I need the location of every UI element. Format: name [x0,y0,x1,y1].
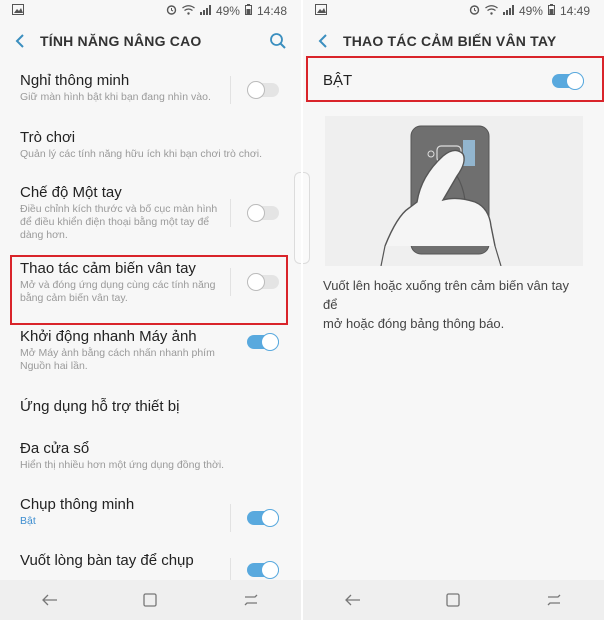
list-item-multi-window[interactable]: Đa cửa sổ Hiển thị nhiều hơn một ứng dụn… [0,424,301,482]
status-bar: 49% 14:48 [0,0,301,22]
item-subtitle: Hiển thị nhiều hơn một ứng dụng đồng thờ… [20,459,225,471]
item-title: Ứng dụng hỗ trợ thiết bị [20,398,180,415]
item-status: Bật [20,515,36,527]
signal-icon [502,4,514,18]
item-subtitle: Quản lý các tính năng hữu ích khi bạn ch… [20,148,263,160]
battery-icon [547,4,555,18]
battery-percent: 49% [518,4,543,18]
item-subtitle: Giữ màn hình bật khi bạn đang nhìn vào. [20,91,211,103]
divider [230,199,231,227]
item-title: Vuốt lòng bàn tay để chụp [20,552,194,569]
search-icon [270,33,286,49]
list-item-one-handed[interactable]: Chế độ Một tay Điều chỉnh kích thước và … [0,176,301,252]
recents-nav-button[interactable] [544,590,564,610]
quick-launch-camera-toggle[interactable] [247,333,279,351]
back-arrow-icon [42,594,58,606]
home-square-icon [143,593,158,607]
list-item-smart-capture[interactable]: Chụp thông minh Bật [0,482,301,538]
item-subtitle-line: Nguồn hai lần. [20,360,88,372]
back-button[interactable] [303,22,343,60]
gallery-notification-icon [315,4,327,18]
app-bar: TÍNH NĂNG NÂNG CAO [0,22,301,60]
edge-panel-handle[interactable] [303,172,310,264]
back-arrow-icon [345,594,361,606]
one-handed-toggle[interactable] [247,204,279,222]
screenshot-pair: 49% 14:48 TÍNH NĂNG NÂNG CAO Nghỉ thông … [0,0,604,620]
status-bar: 49% 14:49 [303,0,604,22]
list-item-games[interactable]: Trò chơi Quản lý các tính năng hữu ích k… [0,120,301,176]
item-subtitle-line: Điều chỉnh kích thước và bố cục màn hình [20,203,218,215]
page-title: THAO TÁC CẢM BIẾN VÂN TAY [343,33,557,49]
highlight-box [306,56,604,102]
description-line: mở hoặc đóng bảng thông báo. [323,316,505,331]
item-subtitle-line: Mở Máy ảnh bằng cách nhấn nhanh phím [20,347,215,359]
recents-icon [547,594,561,606]
recents-icon [244,594,258,606]
highlight-box [10,255,288,325]
battery-icon [244,4,252,18]
item-title: Nghỉ thông minh [20,72,130,89]
navigation-bar [0,580,301,620]
description-line: Vuốt lên hoặc xuống trên cảm biến vân ta… [323,278,569,312]
home-square-icon [446,593,461,607]
gesture-illustration [325,116,583,267]
page-title: TÍNH NĂNG NÂNG CAO [40,33,202,49]
alarm-icon [166,4,177,18]
item-title: Khởi động nhanh Máy ảnh [20,328,197,345]
palm-swipe-toggle[interactable] [247,561,279,579]
item-subtitle-line: để điều khiển điện thoại bằng một tay để [20,216,210,228]
battery-percent: 49% [215,4,240,18]
advanced-features-screen: 49% 14:48 TÍNH NĂNG NÂNG CAO Nghỉ thông … [0,0,303,620]
navigation-bar [303,580,604,620]
item-title: Đa cửa sổ [20,440,90,457]
clock: 14:49 [559,4,590,18]
home-nav-button[interactable] [443,590,463,610]
clock: 14:48 [256,4,287,18]
edge-panel-handle[interactable] [294,172,301,264]
hand-swipe-phone-illustration [380,125,502,267]
finger-sensor-gestures-screen: 49% 14:49 THAO TÁC CẢM BIẾN VÂN TAY BẬT [303,0,604,620]
wifi-icon [485,4,498,18]
app-bar: THAO TÁC CẢM BIẾN VÂN TAY [303,22,604,60]
item-title: Trò chơi [20,129,76,146]
chevron-left-icon [318,34,327,48]
feature-description: Vuốt lên hoặc xuống trên cảm biến vân ta… [323,276,585,333]
back-nav-button[interactable] [40,590,60,610]
divider [230,504,231,532]
back-nav-button[interactable] [343,590,363,610]
list-item-device-assistance-app[interactable]: Ứng dụng hỗ trợ thiết bị [0,382,301,424]
home-nav-button[interactable] [140,590,160,610]
wifi-icon [182,4,195,18]
search-button[interactable] [267,30,289,52]
alarm-icon [469,4,480,18]
recents-nav-button[interactable] [241,590,261,610]
list-item-quick-launch-camera[interactable]: Khởi động nhanh Máy ảnh Mở Máy ảnh bằng … [0,318,301,382]
divider [230,76,231,104]
list-item-palm-swipe-capture[interactable]: Vuốt lòng bàn tay để chụp [0,538,301,586]
gallery-notification-icon [12,4,24,18]
list-item-smart-stay[interactable]: Nghỉ thông minh Giữ màn hình bật khi bạn… [0,60,301,120]
item-title: Chế độ Một tay [20,184,122,201]
back-button[interactable] [0,22,40,60]
item-title: Chụp thông minh [20,496,135,513]
smart-capture-toggle[interactable] [247,509,279,527]
signal-icon [199,4,211,18]
chevron-left-icon [15,34,24,48]
smart-stay-toggle[interactable] [247,81,279,99]
item-subtitle-line: dàng hơn. [20,229,68,241]
